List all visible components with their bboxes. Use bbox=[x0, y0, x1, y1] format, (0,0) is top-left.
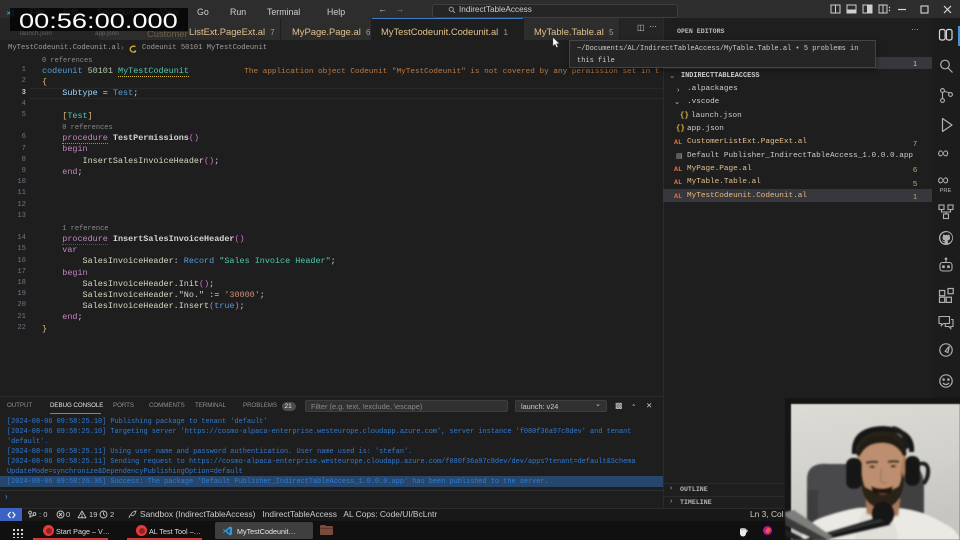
svg-text:∞: ∞ bbox=[938, 172, 949, 189]
svg-text:PRE: PRE bbox=[940, 188, 952, 194]
svg-text:∞: ∞ bbox=[938, 145, 949, 162]
